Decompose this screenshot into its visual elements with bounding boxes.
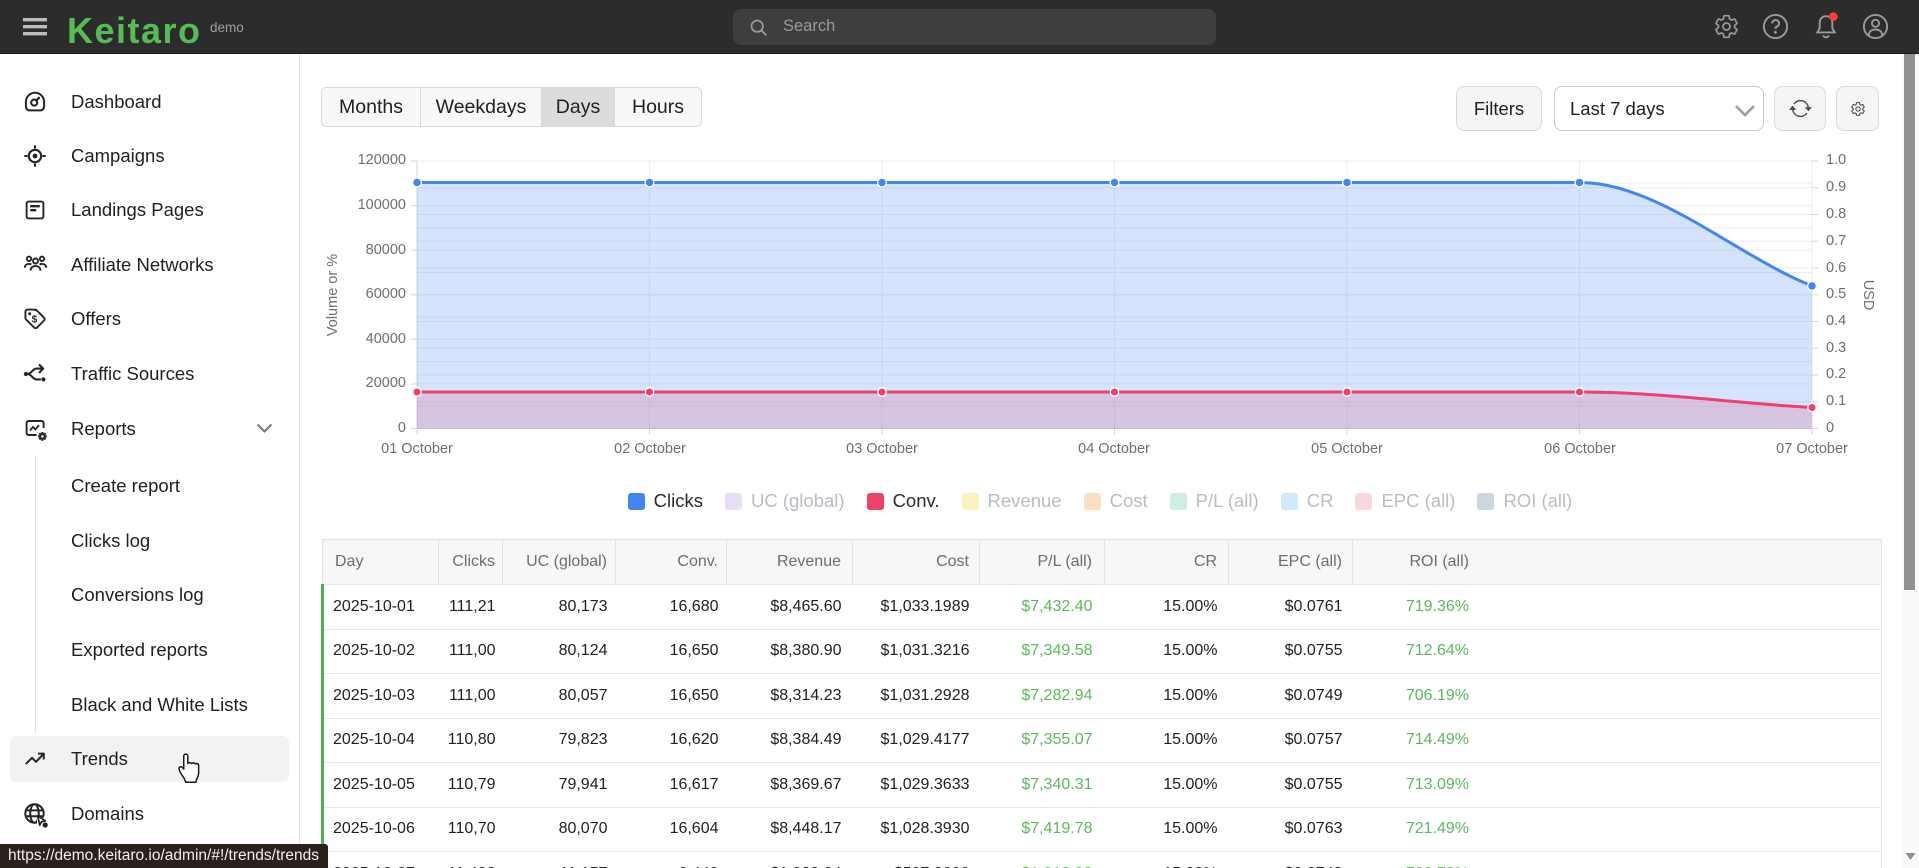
svg-text:$: $ (32, 315, 38, 326)
